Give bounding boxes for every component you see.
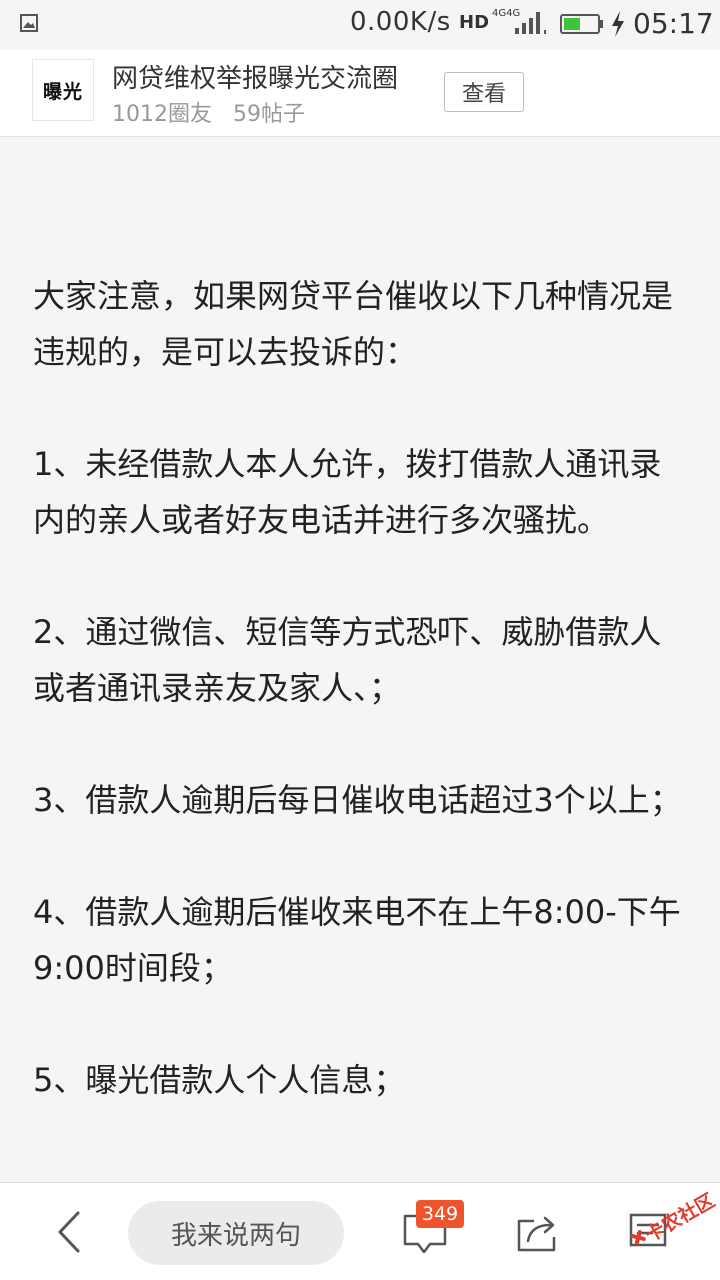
network-type-sim1: 4G [492,8,507,19]
circle-header[interactable]: 曝光 网贷维权举报曝光交流圈 1012圈友 59帖子 查看 [0,50,720,137]
hd-indicator: HD [459,12,490,33]
post-paragraph: 3、借款人逾期后每日催收电话超过3个以上； [33,781,682,819]
battery-icon [560,14,603,34]
post-paragraph: 大家注意，如果网贷平台催收以下几种情况是违规的，是可以去投诉的： [33,277,674,371]
back-arrow-icon[interactable] [52,1210,88,1254]
signal-icon [515,12,546,34]
circle-logo[interactable]: 曝光 [32,59,94,121]
circle-name: 网贷维权举报曝光交流圈 [112,64,399,94]
gallery-notification-icon [20,14,38,32]
watermark-text: 卡农社区 [641,1189,718,1247]
post-content: 大家注意，如果网贷平台催收以下几种情况是违规的，是可以去投诉的： 1、未经借款人… [33,268,689,1180]
circle-meta: 1012圈友 59帖子 [112,96,305,128]
screen: 0.00K/s HD 4G4G 05:17 曝光 网贷维权举报曝光交流圈 101… [0,0,720,1280]
post-count: 59帖子 [233,102,305,127]
post-paragraph: 5、曝光借款人个人信息； [33,1061,406,1099]
share-icon[interactable] [516,1213,558,1253]
comment-count-badge: 349 [416,1200,464,1228]
post-paragraph: 1、未经借款人本人允许，拨打借款人通讯录内的亲人或者好友电话并进行多次骚扰。 [33,445,662,539]
circle-logo-text: 曝光 [42,80,83,103]
comment-input[interactable]: 我来说两句 [128,1201,344,1265]
post-paragraph: 2、通过微信、短信等方式恐吓、威胁借款人或者通讯录亲友及家人、； [33,613,662,707]
clock: 05:17 [633,7,714,40]
network-speed: 0.00K/s [350,7,451,37]
view-circle-button[interactable]: 查看 [444,72,524,112]
bottom-action-bar: 我来说两句 349 [0,1182,720,1280]
post-paragraph: 4、借款人逾期后催收来电不在上午8:00-下午9:00时间段； [33,893,681,987]
member-count: 1012圈友 [112,102,212,127]
watermark-logo: 卡农社区 [630,1189,718,1247]
charging-icon [612,11,624,37]
status-bar: 0.00K/s HD 4G4G 05:17 [0,0,720,50]
